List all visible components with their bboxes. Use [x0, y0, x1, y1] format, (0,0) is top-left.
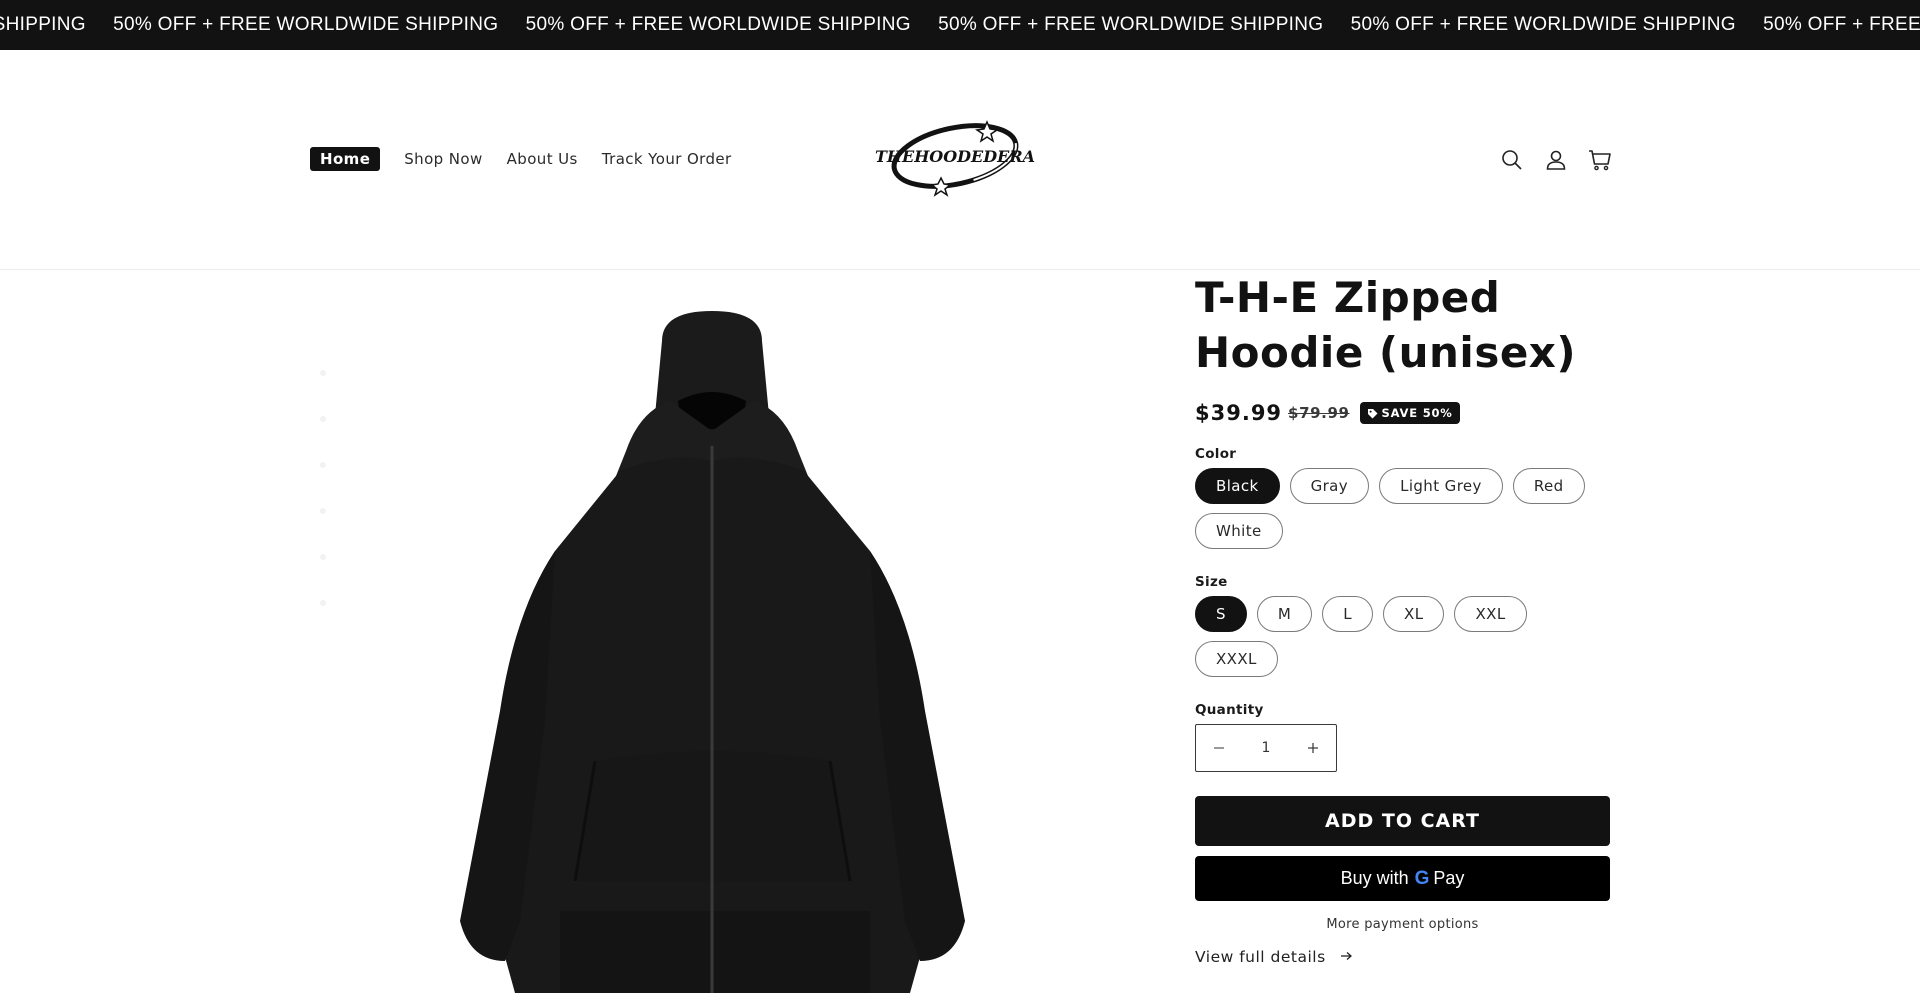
minus-icon	[1214, 747, 1224, 749]
cart-icon[interactable]	[1586, 146, 1614, 174]
google-g-icon: G	[1415, 868, 1430, 890]
announcement-text: 50% OFF + FREE WORLDWIDE SHIPPING	[0, 14, 86, 35]
site-header: Home Shop Now About Us Track Your Order …	[0, 50, 1920, 270]
announcement-text: 50% OFF + FREE WORLDWIDE SHIPPING	[113, 14, 499, 35]
size-option-xl[interactable]: XL	[1383, 596, 1445, 632]
logo-mark: THEHOODEDERA	[875, 120, 1035, 197]
nav-track-order[interactable]: Track Your Order	[602, 149, 732, 169]
search-icon[interactable]	[1498, 146, 1526, 174]
color-option-light-grey[interactable]: Light Grey	[1379, 468, 1503, 504]
quantity-input[interactable]	[1246, 740, 1286, 756]
quantity-increase-button[interactable]	[1290, 725, 1336, 771]
view-full-details-link[interactable]: View full details	[1195, 948, 1610, 966]
nav-home[interactable]: Home	[310, 147, 381, 171]
size-option-xxl[interactable]: XXL	[1454, 596, 1527, 632]
announcement-text: 50% OFF + FREE WORLDWIDE SHIPPING	[525, 14, 911, 35]
main-nav: Home Shop Now About Us Track Your Order	[310, 147, 756, 171]
color-label: Color	[1195, 446, 1237, 462]
plus-icon	[1308, 743, 1318, 753]
quantity-stepper	[1195, 724, 1337, 772]
tag-icon	[1367, 408, 1378, 418]
buy-with-label: Buy with	[1340, 868, 1409, 888]
size-label: Size	[1195, 574, 1228, 590]
quantity-label: Quantity	[1195, 702, 1264, 718]
google-g-letter: G	[1414, 867, 1430, 889]
hoodie-image	[460, 311, 965, 993]
arrow-right-icon	[1340, 949, 1353, 965]
color-option-black[interactable]: Black	[1195, 468, 1280, 504]
color-option-gray[interactable]: Gray	[1289, 468, 1370, 504]
announcement-text: 50% OFF + FREE WORLDWIDE SHIPPING	[938, 14, 1324, 35]
color-options: Black Gray Light Grey Red White	[1195, 468, 1605, 558]
size-options: S M L XL XXL XXXL	[1195, 596, 1605, 686]
pay-label: Pay	[1433, 868, 1465, 888]
quantity-decrease-button[interactable]	[1196, 725, 1242, 771]
view-full-details-label: View full details	[1195, 948, 1326, 966]
product-image[interactable]	[310, 271, 1130, 993]
size-option-xxxl[interactable]: XXXL	[1195, 641, 1278, 677]
nav-shop-now[interactable]: Shop Now	[404, 149, 482, 169]
sale-price: $39.99	[1195, 401, 1283, 425]
size-option-l[interactable]: L	[1322, 596, 1374, 632]
color-option-red[interactable]: Red	[1512, 468, 1585, 504]
size-option-s[interactable]: S	[1195, 596, 1247, 632]
size-option-m[interactable]: M	[1256, 596, 1313, 632]
price-row: $39.99 $79.99 SAVE 50%	[1195, 400, 1610, 426]
buy-with-gpay-button[interactable]: Buy with G Pay	[1195, 856, 1610, 901]
compare-price: $79.99	[1288, 404, 1350, 422]
header-icons	[1498, 146, 1614, 174]
product-title: T-H-E Zipped Hoodie (unisex)	[1195, 273, 1577, 377]
sale-badge: SAVE 50%	[1359, 402, 1460, 424]
color-option-white[interactable]: White	[1195, 513, 1283, 549]
announcement-track: 50% OFF + FREE WORLDWIDE SHIPPING 50% OF…	[0, 0, 1920, 50]
announcement-text: 50% OFF + FREE WORLDWIDE SHIPPING	[1763, 14, 1920, 35]
add-to-cart-button[interactable]: ADD TO CART	[1195, 796, 1610, 846]
logo-text: THEHOODEDERA	[875, 147, 1035, 166]
announcement-bar: 50% OFF + FREE WORLDWIDE SHIPPING 50% OF…	[0, 0, 1920, 50]
nav-about-us[interactable]: About Us	[507, 149, 578, 169]
more-payment-options-link[interactable]: More payment options	[1195, 917, 1610, 932]
product-info: T-H-E Zipped Hoodie (unisex) $39.99 $79.…	[1195, 270, 1610, 966]
site-logo[interactable]: THEHOODEDERA	[875, 116, 1035, 200]
account-icon[interactable]	[1542, 146, 1570, 174]
announcement-text: 50% OFF + FREE WORLDWIDE SHIPPING	[1350, 14, 1736, 35]
sale-badge-label: SAVE 50%	[1381, 406, 1453, 420]
